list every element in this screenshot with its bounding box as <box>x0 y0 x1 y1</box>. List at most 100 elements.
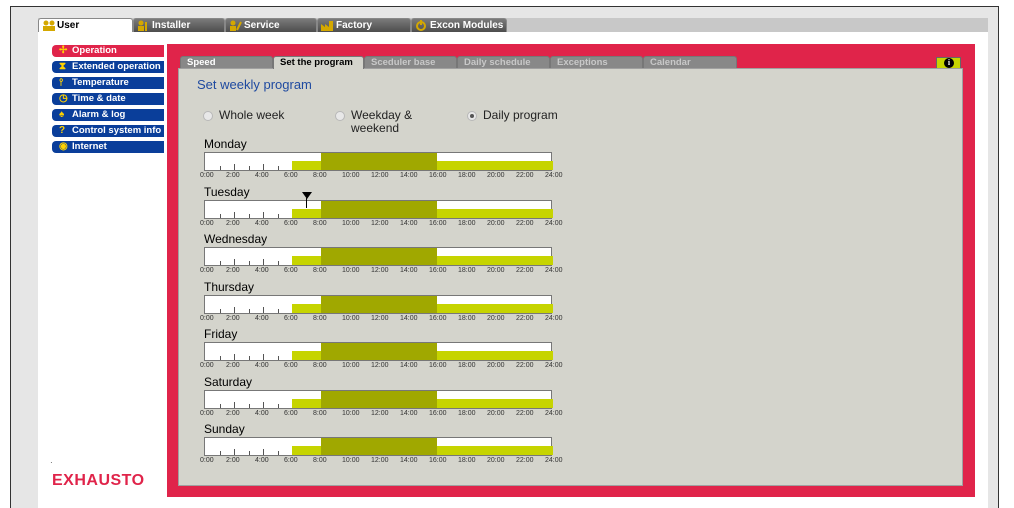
hour-tick <box>234 449 235 455</box>
tab-excon-modules-label: Excon Modules <box>430 20 504 31</box>
day-schedule-bar[interactable] <box>204 437 553 456</box>
sidebar-item-label: Alarm & log <box>72 109 126 120</box>
time-label: 12:00 <box>371 314 389 322</box>
sidebar-item-control-system-info[interactable]: ? Control system info <box>52 125 164 137</box>
time-label: 18:00 <box>458 362 476 369</box>
users-icon <box>42 20 55 31</box>
time-label: 16:00 <box>429 267 447 274</box>
hour-tick <box>277 451 279 455</box>
day-schedule-bar[interactable] <box>204 247 553 266</box>
tab-set-the-program[interactable]: Set the program <box>273 56 364 69</box>
hour-tick <box>219 166 221 170</box>
time-label: 10:00 <box>342 219 360 227</box>
tab-exceptions-label: Exceptions <box>557 57 608 68</box>
sidebar-item-temperature[interactable]: ⫯ Temperature <box>52 77 164 89</box>
radio-weekday-weekend[interactable]: Weekday & weekend <box>335 109 451 135</box>
hour-tick <box>219 261 221 265</box>
time-label: 12:00 <box>371 362 389 369</box>
time-label: 8:00 <box>313 457 327 464</box>
hour-tick <box>277 403 279 408</box>
hourglass-icon: ⧗ <box>59 61 67 72</box>
tab-installer-label: Installer <box>152 20 191 31</box>
day-schedule-bar[interactable] <box>204 152 553 171</box>
day-label: Tuesday <box>204 184 250 199</box>
high-speed-segment[interactable] <box>321 343 437 360</box>
tab-installer[interactable]: Installer <box>133 18 225 32</box>
time-label: 4:00 <box>255 457 269 464</box>
high-speed-segment[interactable] <box>321 248 437 265</box>
hour-tick <box>234 164 235 170</box>
high-speed-segment[interactable] <box>321 153 437 170</box>
time-label: 0:00 <box>200 219 214 227</box>
radio-daily-program[interactable]: Daily program <box>467 109 558 122</box>
radio-button[interactable] <box>203 111 213 121</box>
bell-icon: ♠ <box>59 109 65 120</box>
tab-daily-schedule-label: Daily schedule <box>464 57 531 68</box>
time-label: 18:00 <box>458 409 476 417</box>
radio-button[interactable] <box>467 111 477 121</box>
hour-tick <box>219 451 221 455</box>
time-label: 10:00 <box>342 409 360 417</box>
current-time-marker-line <box>306 198 307 208</box>
high-speed-segment[interactable] <box>321 295 437 313</box>
time-label: 14:00 <box>400 267 418 274</box>
radio-whole-week[interactable]: Whole week <box>203 109 284 122</box>
time-label: 2:00 <box>226 409 240 417</box>
hour-tick <box>234 306 235 313</box>
sidebar-item-label: Operation <box>72 45 117 56</box>
time-label: 8:00 <box>313 409 327 417</box>
time-label: 22:00 <box>516 219 534 227</box>
time-label: 20:00 <box>487 314 505 322</box>
hour-tick <box>277 213 279 218</box>
info-icon: i <box>944 58 954 68</box>
tab-service-label: Service <box>244 20 280 31</box>
time-label: 16:00 <box>429 219 447 227</box>
sidebar-item-label: Temperature <box>72 77 129 88</box>
tab-excon-modules[interactable]: Excon Modules <box>411 18 507 32</box>
hour-tick <box>277 308 279 313</box>
time-label: 24:00 <box>545 219 563 227</box>
sidebar-item-operation[interactable]: ✢ Operation <box>52 45 164 57</box>
day-schedule-bar[interactable] <box>204 389 553 409</box>
time-label: 16:00 <box>429 409 447 417</box>
sidebar-item-extended-operation[interactable]: ⧗ Extended operation <box>52 61 164 73</box>
sidebar-item-label: Control system info <box>72 125 162 136</box>
high-speed-segment[interactable] <box>321 200 437 218</box>
program-area <box>178 68 963 486</box>
time-label: 0:00 <box>200 362 214 369</box>
sidebar-item-time-date[interactable]: ◷ Time & date <box>52 93 164 105</box>
high-speed-segment[interactable] <box>321 438 437 455</box>
day-label: Monday <box>204 137 247 151</box>
time-label: 10:00 <box>342 172 360 179</box>
sidebar-item-label: Extended operation <box>72 61 161 72</box>
time-label: 2:00 <box>226 457 240 464</box>
sidebar-item-internet[interactable]: ◉ Internet <box>52 141 164 153</box>
time-label: 4:00 <box>255 219 269 227</box>
thermometer-icon: ⫯ <box>59 77 64 88</box>
sidebar-item-alarm-log[interactable]: ♠ Alarm & log <box>52 109 164 121</box>
time-label: 10:00 <box>342 267 360 274</box>
time-label: 18:00 <box>458 267 476 274</box>
sidebar-item-label: Time & date <box>72 93 126 104</box>
time-label: 0:00 <box>200 457 214 464</box>
hour-tick <box>248 261 250 265</box>
day-schedule-bar[interactable] <box>204 294 553 314</box>
high-speed-segment[interactable] <box>321 390 437 408</box>
time-label: 12:00 <box>371 409 389 417</box>
time-label: 16:00 <box>429 314 447 322</box>
time-label: 6:00 <box>284 267 298 274</box>
tab-service[interactable]: Service <box>225 18 317 32</box>
time-label: 2:00 <box>226 172 240 179</box>
radio-button[interactable] <box>335 111 345 121</box>
current-time-marker[interactable] <box>302 192 312 199</box>
time-label: 18:00 <box>458 314 476 322</box>
time-label: 8:00 <box>313 172 327 179</box>
tab-user[interactable]: User <box>38 18 133 32</box>
time-label: 24:00 <box>545 172 563 179</box>
time-label: 14:00 <box>400 457 418 464</box>
time-label: 20:00 <box>487 362 505 369</box>
day-schedule-bar[interactable] <box>204 342 553 361</box>
day-schedule-bar[interactable] <box>204 199 553 219</box>
tab-factory[interactable]: Factory <box>317 18 411 32</box>
time-label: 8:00 <box>313 314 327 322</box>
